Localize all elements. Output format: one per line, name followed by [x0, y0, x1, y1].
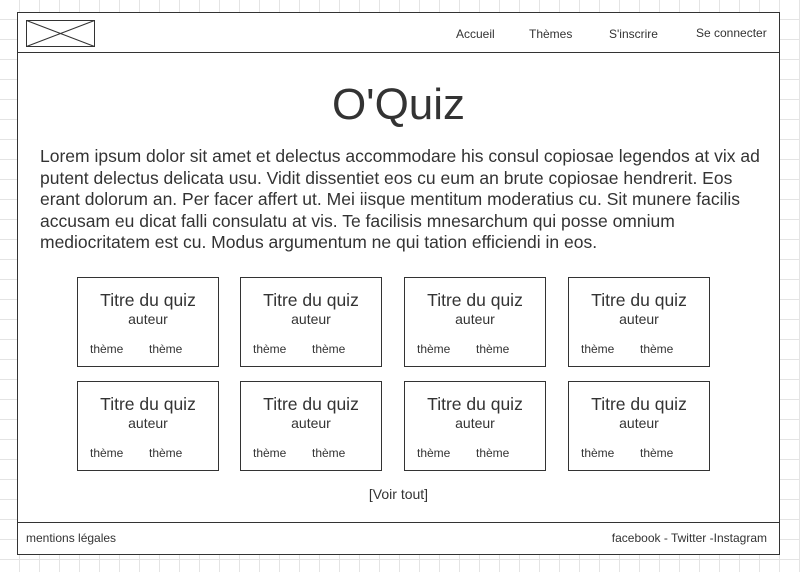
quiz-card[interactable]: Titre du quiz auteur thème thème: [77, 277, 219, 367]
quiz-theme-tag[interactable]: thème: [476, 342, 509, 356]
quiz-card[interactable]: Titre du quiz auteur thème thème: [568, 277, 710, 367]
intro-paragraph: Lorem ipsum dolor sit amet et delectus a…: [40, 146, 760, 253]
quiz-theme-tag[interactable]: thème: [476, 446, 509, 460]
quiz-author: auteur: [455, 415, 495, 431]
quiz-author: auteur: [128, 311, 168, 327]
quiz-theme-tag[interactable]: thème: [581, 342, 614, 356]
instagram-link[interactable]: Instagram: [714, 531, 767, 545]
quiz-author: auteur: [291, 311, 331, 327]
quiz-author: auteur: [128, 415, 168, 431]
nav-link-sinscrire[interactable]: S'inscrire: [609, 27, 658, 41]
quiz-card[interactable]: Titre du quiz auteur thème thème: [240, 277, 382, 367]
quiz-title: Titre du quiz: [591, 290, 687, 310]
quiz-theme-tag[interactable]: thème: [417, 342, 450, 356]
quiz-theme-tag[interactable]: thème: [149, 446, 182, 460]
quiz-title: Titre du quiz: [263, 290, 359, 310]
quiz-card[interactable]: Titre du quiz auteur thème thème: [404, 381, 546, 471]
nav-link-themes[interactable]: Thèmes: [529, 27, 572, 41]
quiz-author: auteur: [455, 311, 495, 327]
quiz-card[interactable]: Titre du quiz auteur thème thème: [404, 277, 546, 367]
separator: -: [660, 531, 671, 545]
quiz-author: auteur: [619, 415, 659, 431]
social-links: facebook - Twitter -Instagram: [612, 531, 767, 545]
quiz-title: Titre du quiz: [100, 290, 196, 310]
site-header: Accueil Thèmes S'inscrire Se connecter: [18, 13, 779, 53]
quiz-theme-tag[interactable]: thème: [90, 446, 123, 460]
nav-link-accueil[interactable]: Accueil: [456, 27, 495, 41]
quiz-author: auteur: [291, 415, 331, 431]
logo-placeholder-icon[interactable]: [26, 20, 95, 47]
quiz-theme-tag[interactable]: thème: [640, 342, 673, 356]
site-footer: mentions légales facebook - Twitter -Ins…: [18, 522, 779, 555]
page-title: O'Quiz: [331, 80, 466, 129]
quiz-theme-tag[interactable]: thème: [149, 342, 182, 356]
quiz-theme-tag[interactable]: thème: [581, 446, 614, 460]
quiz-theme-tag[interactable]: thème: [312, 342, 345, 356]
quiz-theme-tag[interactable]: thème: [417, 446, 450, 460]
see-all-link[interactable]: [Voir tout]: [18, 486, 779, 502]
quiz-title: Titre du quiz: [427, 290, 523, 310]
legal-notice-link[interactable]: mentions légales: [26, 531, 116, 545]
quiz-theme-tag[interactable]: thème: [253, 446, 286, 460]
quiz-title: Titre du quiz: [100, 394, 196, 414]
quiz-title: Titre du quiz: [591, 394, 687, 414]
twitter-link[interactable]: Twitter: [671, 531, 706, 545]
quiz-title: Titre du quiz: [427, 394, 523, 414]
quiz-card[interactable]: Titre du quiz auteur thème thème: [77, 381, 219, 471]
quiz-theme-tag[interactable]: thème: [253, 342, 286, 356]
quiz-card[interactable]: Titre du quiz auteur thème thème: [240, 381, 382, 471]
facebook-link[interactable]: facebook: [612, 531, 661, 545]
page-frame: Accueil Thèmes S'inscrire Se connecter O…: [17, 12, 780, 555]
quiz-theme-tag[interactable]: thème: [640, 446, 673, 460]
nav-link-se-connecter[interactable]: Se connecter: [696, 26, 767, 40]
quiz-author: auteur: [619, 311, 659, 327]
separator: -: [706, 531, 714, 545]
quiz-title: Titre du quiz: [263, 394, 359, 414]
quiz-theme-tag[interactable]: thème: [312, 446, 345, 460]
quiz-theme-tag[interactable]: thème: [90, 342, 123, 356]
quiz-card[interactable]: Titre du quiz auteur thème thème: [568, 381, 710, 471]
